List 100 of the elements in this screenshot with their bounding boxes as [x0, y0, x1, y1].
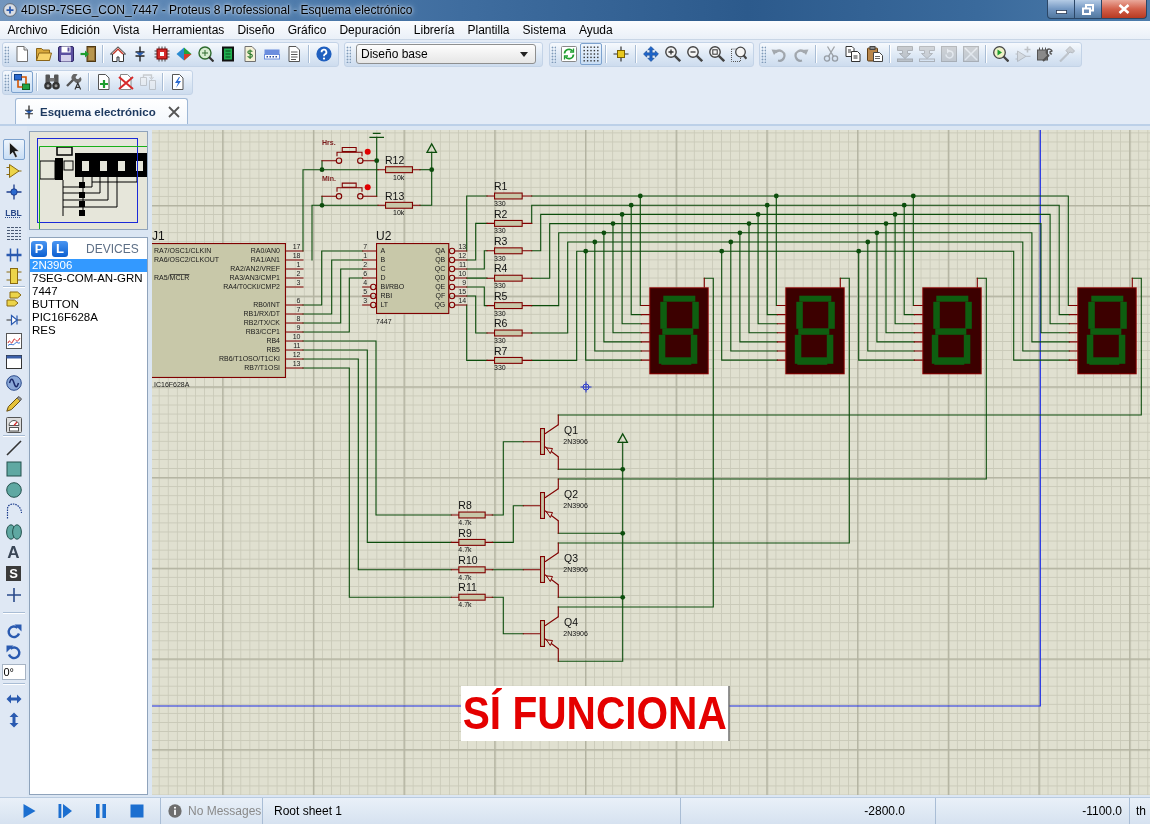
grid-toggle-button[interactable] — [580, 43, 602, 65]
zoom-fit-icon — [709, 46, 725, 62]
zoom-in-button[interactable] — [662, 43, 684, 65]
junction-dot-icon — [601, 230, 607, 236]
text-tool-button[interactable]: A — [2, 542, 25, 563]
annotation-label: SÍ FUNCIONA — [461, 686, 730, 741]
minimize-button[interactable] — [1047, 0, 1075, 19]
transistor-symbol — [522, 414, 559, 470]
stop-button[interactable] — [128, 802, 146, 820]
copy-button[interactable] — [842, 43, 864, 65]
rotate-counterclockwise-icon — [5, 644, 22, 661]
pick-devices-button[interactable]: P — [31, 240, 47, 257]
wire — [491, 596, 524, 635]
clipboard-icon — [867, 46, 883, 62]
lightning-document-icon — [170, 74, 186, 90]
binoculars-icon — [44, 74, 60, 90]
transistor-symbol — [522, 478, 559, 534]
transistor-symbol — [522, 542, 559, 598]
block-rotate-icon — [941, 46, 957, 62]
selection-mode-button[interactable] — [2, 139, 25, 160]
junction-dot-icon — [374, 158, 380, 164]
design-dropdown[interactable]: Diseño base — [356, 44, 536, 64]
info-icon — [168, 804, 182, 818]
junction-dot-icon — [773, 193, 779, 199]
resistor — [486, 192, 533, 200]
menu-item[interactable]: Plantilla — [461, 23, 516, 37]
play-icon — [21, 803, 37, 819]
device-list-item[interactable]: 7SEG-COM-AN-GRN — [30, 272, 147, 285]
chip-icon — [154, 46, 170, 62]
zoom-out-button[interactable] — [684, 43, 706, 65]
junction-dot-icon — [619, 212, 625, 217]
copy-icon — [845, 46, 861, 62]
resistor — [486, 356, 533, 364]
resistor-label: R2 — [494, 207, 508, 220]
zoom-out-icon — [687, 46, 703, 62]
redo-icon — [793, 46, 809, 62]
wrench-icon — [66, 74, 82, 90]
gerber-viewer-button[interactable] — [195, 43, 217, 65]
zoom-area-icon — [731, 46, 747, 62]
save-button[interactable] — [55, 43, 77, 65]
maximize-button[interactable] — [1075, 0, 1102, 19]
resistor — [486, 302, 533, 310]
device-list-item[interactable]: BUTTON — [30, 298, 147, 311]
device-list-item[interactable]: 7447 — [30, 285, 147, 298]
menu-item[interactable]: Herramientas — [145, 23, 231, 37]
tab-close-button[interactable] — [167, 104, 181, 119]
junction-dot-icon — [764, 202, 770, 208]
junction-dot-icon — [856, 248, 862, 254]
step-button[interactable] — [56, 802, 74, 820]
diamond-icon — [176, 46, 192, 62]
ground-symbol — [369, 132, 384, 138]
angle-field[interactable]: 0° — [1, 664, 26, 680]
caret-icon — [520, 51, 528, 57]
zoom-all-button[interactable] — [706, 43, 728, 65]
resistor — [450, 538, 494, 546]
menu-item[interactable]: Librería — [407, 23, 461, 37]
switch-symbol — [321, 182, 378, 200]
menu-item[interactable]: Depuración — [332, 23, 408, 37]
door-arrow-icon — [80, 46, 96, 62]
tab[interactable]: Esquema electrónico — [15, 98, 188, 124]
hammer-icon — [1059, 46, 1075, 62]
device-list-item[interactable]: PIC16F628A — [30, 311, 147, 324]
label-mode-button[interactable]: LBL — [2, 202, 25, 223]
junction-dot-icon — [429, 167, 435, 173]
resistor — [486, 329, 533, 337]
resistor — [377, 166, 421, 174]
resistor-label: R1 — [494, 180, 508, 193]
pan-button[interactable] — [640, 43, 662, 65]
wire — [302, 259, 364, 315]
library-button[interactable]: L — [52, 240, 68, 257]
junction-dot-icon — [610, 221, 616, 226]
resistor-label: R12 — [385, 153, 405, 166]
arc-icon — [5, 502, 22, 519]
close-icon — [1118, 4, 1130, 14]
home-button[interactable] — [107, 43, 129, 65]
screen-document-icon — [220, 46, 236, 62]
close-button[interactable] — [1102, 0, 1147, 19]
junction-dot-icon — [737, 230, 743, 236]
transistor-symbol — [522, 606, 559, 662]
menu-item[interactable]: Diseño — [230, 23, 282, 37]
menu-item[interactable]: Ayuda — [572, 23, 620, 37]
wire — [302, 277, 364, 333]
junction-dot-icon — [865, 239, 871, 245]
menu-item[interactable]: Sistema — [516, 23, 573, 37]
device-list-item[interactable]: RES — [30, 324, 147, 337]
junction-dot-icon — [901, 202, 907, 208]
document-icon — [14, 46, 30, 62]
menu-item[interactable]: Vista — [106, 23, 146, 37]
menu-item[interactable]: Archivo — [1, 23, 54, 37]
block-move-icon — [919, 46, 935, 62]
junction-dot-icon — [910, 193, 916, 199]
menu-item[interactable]: Gráfico — [281, 23, 333, 37]
pick-parts-button[interactable] — [990, 43, 1012, 65]
menu-item[interactable]: Edición — [54, 23, 107, 37]
sheet-hierarchy-button[interactable] — [11, 71, 33, 93]
junction-dot-icon — [5, 183, 22, 200]
sheet-hierarchy-icon — [14, 74, 30, 90]
block-copy-icon — [897, 46, 913, 62]
paste-button[interactable] — [864, 43, 886, 65]
resistor-label: R7 — [494, 344, 508, 357]
